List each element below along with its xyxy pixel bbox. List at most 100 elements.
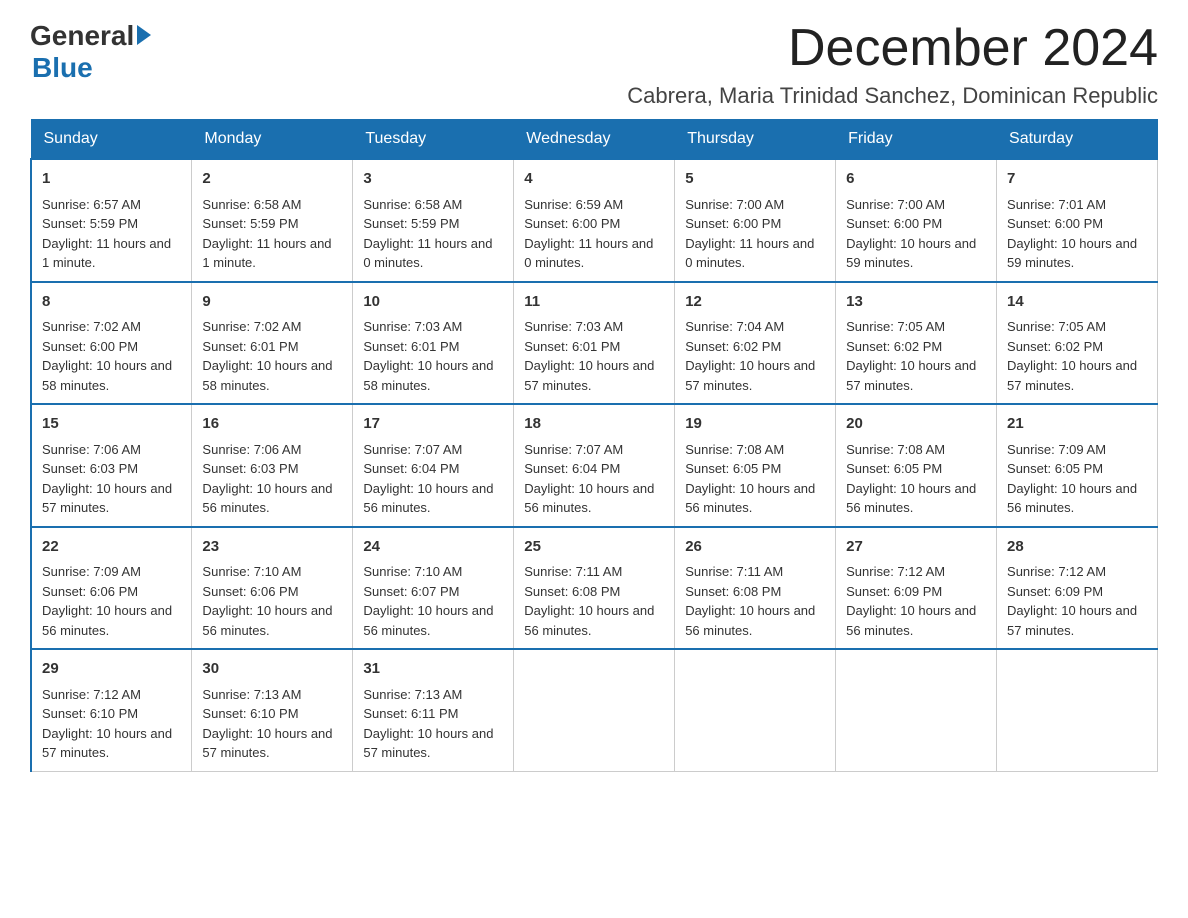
calendar-cell [997, 649, 1158, 771]
sunset-text: Sunset: 6:03 PM [202, 461, 298, 476]
calendar-cell: 14 Sunrise: 7:05 AM Sunset: 6:02 PM Dayl… [997, 282, 1158, 405]
logo-general-text: General [30, 20, 134, 52]
sunset-text: Sunset: 6:08 PM [685, 584, 781, 599]
sunrise-text: Sunrise: 7:05 AM [846, 319, 945, 334]
sunset-text: Sunset: 6:07 PM [363, 584, 459, 599]
sunrise-text: Sunrise: 7:10 AM [202, 564, 301, 579]
sunrise-text: Sunrise: 7:12 AM [846, 564, 945, 579]
sunrise-text: Sunrise: 6:58 AM [363, 197, 462, 212]
sunset-text: Sunset: 6:06 PM [202, 584, 298, 599]
daylight-text: Daylight: 10 hours and 56 minutes. [42, 603, 172, 638]
calendar-cell: 6 Sunrise: 7:00 AM Sunset: 6:00 PM Dayli… [836, 159, 997, 282]
sunrise-text: Sunrise: 7:06 AM [202, 442, 301, 457]
sunrise-text: Sunrise: 7:05 AM [1007, 319, 1106, 334]
day-header-monday: Monday [192, 120, 353, 160]
calendar-cell: 1 Sunrise: 6:57 AM Sunset: 5:59 PM Dayli… [31, 159, 192, 282]
sunrise-text: Sunrise: 7:13 AM [202, 687, 301, 702]
day-number: 22 [42, 536, 181, 559]
sunrise-text: Sunrise: 7:00 AM [846, 197, 945, 212]
daylight-text: Daylight: 10 hours and 56 minutes. [846, 481, 976, 516]
daylight-text: Daylight: 11 hours and 1 minute. [42, 236, 171, 271]
day-number: 13 [846, 291, 986, 314]
logo: General Blue [30, 20, 151, 84]
sunset-text: Sunset: 6:09 PM [846, 584, 942, 599]
daylight-text: Daylight: 11 hours and 0 minutes. [685, 236, 814, 271]
sunset-text: Sunset: 6:02 PM [1007, 339, 1103, 354]
title-section: December 2024 Cabrera, Maria Trinidad Sa… [627, 20, 1158, 109]
sunrise-text: Sunrise: 7:09 AM [1007, 442, 1106, 457]
calendar-cell: 21 Sunrise: 7:09 AM Sunset: 6:05 PM Dayl… [997, 404, 1158, 527]
calendar-header-row: SundayMondayTuesdayWednesdayThursdayFrid… [31, 120, 1158, 160]
sunset-text: Sunset: 6:10 PM [42, 706, 138, 721]
calendar-cell: 4 Sunrise: 6:59 AM Sunset: 6:00 PM Dayli… [514, 159, 675, 282]
logo-arrow-icon [137, 25, 151, 45]
calendar-cell: 17 Sunrise: 7:07 AM Sunset: 6:04 PM Dayl… [353, 404, 514, 527]
sunset-text: Sunset: 6:04 PM [363, 461, 459, 476]
daylight-text: Daylight: 10 hours and 56 minutes. [524, 603, 654, 638]
daylight-text: Daylight: 10 hours and 56 minutes. [363, 603, 493, 638]
calendar-cell: 5 Sunrise: 7:00 AM Sunset: 6:00 PM Dayli… [675, 159, 836, 282]
daylight-text: Daylight: 10 hours and 59 minutes. [846, 236, 976, 271]
day-header-tuesday: Tuesday [353, 120, 514, 160]
calendar-cell: 24 Sunrise: 7:10 AM Sunset: 6:07 PM Dayl… [353, 527, 514, 650]
sunrise-text: Sunrise: 7:08 AM [685, 442, 784, 457]
sunrise-text: Sunrise: 7:07 AM [363, 442, 462, 457]
sunrise-text: Sunrise: 7:06 AM [42, 442, 141, 457]
calendar-week-1: 1 Sunrise: 6:57 AM Sunset: 5:59 PM Dayli… [31, 159, 1158, 282]
calendar-cell: 18 Sunrise: 7:07 AM Sunset: 6:04 PM Dayl… [514, 404, 675, 527]
day-number: 23 [202, 536, 342, 559]
daylight-text: Daylight: 10 hours and 56 minutes. [685, 481, 815, 516]
calendar-cell: 12 Sunrise: 7:04 AM Sunset: 6:02 PM Dayl… [675, 282, 836, 405]
sunrise-text: Sunrise: 7:07 AM [524, 442, 623, 457]
calendar-cell: 7 Sunrise: 7:01 AM Sunset: 6:00 PM Dayli… [997, 159, 1158, 282]
calendar-cell: 3 Sunrise: 6:58 AM Sunset: 5:59 PM Dayli… [353, 159, 514, 282]
calendar-table: SundayMondayTuesdayWednesdayThursdayFrid… [30, 119, 1158, 772]
day-number: 24 [363, 536, 503, 559]
sunrise-text: Sunrise: 7:12 AM [1007, 564, 1106, 579]
day-number: 15 [42, 413, 181, 436]
sunrise-text: Sunrise: 7:00 AM [685, 197, 784, 212]
daylight-text: Daylight: 10 hours and 59 minutes. [1007, 236, 1137, 271]
day-number: 12 [685, 291, 825, 314]
day-number: 9 [202, 291, 342, 314]
calendar-cell: 30 Sunrise: 7:13 AM Sunset: 6:10 PM Dayl… [192, 649, 353, 771]
sunrise-text: Sunrise: 7:03 AM [363, 319, 462, 334]
calendar-week-3: 15 Sunrise: 7:06 AM Sunset: 6:03 PM Dayl… [31, 404, 1158, 527]
calendar-cell: 27 Sunrise: 7:12 AM Sunset: 6:09 PM Dayl… [836, 527, 997, 650]
sunrise-text: Sunrise: 7:01 AM [1007, 197, 1106, 212]
sunrise-text: Sunrise: 7:11 AM [685, 564, 783, 579]
calendar-cell: 26 Sunrise: 7:11 AM Sunset: 6:08 PM Dayl… [675, 527, 836, 650]
day-number: 1 [42, 168, 181, 191]
day-number: 19 [685, 413, 825, 436]
month-title: December 2024 [627, 20, 1158, 77]
day-header-sunday: Sunday [31, 120, 192, 160]
day-number: 25 [524, 536, 664, 559]
daylight-text: Daylight: 10 hours and 56 minutes. [524, 481, 654, 516]
calendar-cell [514, 649, 675, 771]
sunset-text: Sunset: 6:03 PM [42, 461, 138, 476]
sunrise-text: Sunrise: 7:02 AM [42, 319, 141, 334]
day-number: 5 [685, 168, 825, 191]
calendar-cell [836, 649, 997, 771]
daylight-text: Daylight: 11 hours and 0 minutes. [363, 236, 492, 271]
calendar-cell: 22 Sunrise: 7:09 AM Sunset: 6:06 PM Dayl… [31, 527, 192, 650]
day-number: 2 [202, 168, 342, 191]
sunrise-text: Sunrise: 7:02 AM [202, 319, 301, 334]
daylight-text: Daylight: 10 hours and 57 minutes. [202, 726, 332, 761]
day-number: 26 [685, 536, 825, 559]
day-number: 6 [846, 168, 986, 191]
daylight-text: Daylight: 10 hours and 56 minutes. [202, 603, 332, 638]
sunrise-text: Sunrise: 6:58 AM [202, 197, 301, 212]
day-number: 10 [363, 291, 503, 314]
day-number: 3 [363, 168, 503, 191]
daylight-text: Daylight: 10 hours and 58 minutes. [202, 358, 332, 393]
day-header-wednesday: Wednesday [514, 120, 675, 160]
day-header-thursday: Thursday [675, 120, 836, 160]
day-number: 28 [1007, 536, 1147, 559]
calendar-cell: 11 Sunrise: 7:03 AM Sunset: 6:01 PM Dayl… [514, 282, 675, 405]
calendar-cell: 25 Sunrise: 7:11 AM Sunset: 6:08 PM Dayl… [514, 527, 675, 650]
day-number: 16 [202, 413, 342, 436]
daylight-text: Daylight: 10 hours and 58 minutes. [363, 358, 493, 393]
sunset-text: Sunset: 6:00 PM [524, 216, 620, 231]
calendar-cell [675, 649, 836, 771]
